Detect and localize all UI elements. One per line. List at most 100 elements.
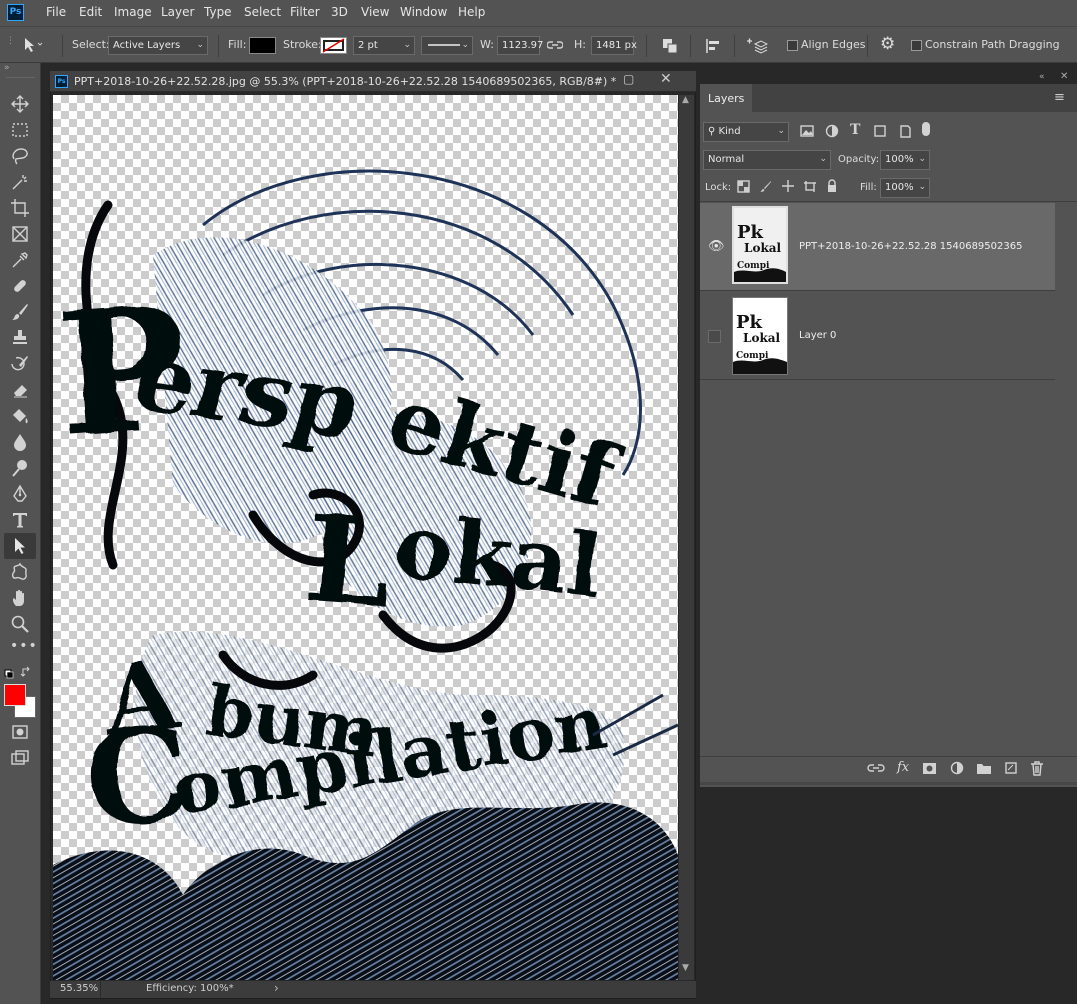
path-operations-icon[interactable]: [661, 37, 679, 55]
panel-menu-icon[interactable]: ≡: [1054, 90, 1065, 105]
menu-filter[interactable]: Filter: [290, 5, 320, 19]
type-tool-icon[interactable]: [10, 510, 30, 530]
collapse-panels-icon[interactable]: «: [1039, 72, 1045, 82]
eyedropper-tool-icon[interactable]: [10, 250, 30, 270]
menu-image[interactable]: Image: [114, 5, 152, 19]
filter-shape-icon[interactable]: [873, 124, 888, 139]
move-tool-icon[interactable]: [10, 94, 30, 114]
filter-pixel-icon[interactable]: [800, 124, 815, 139]
custom-shape-tool-icon[interactable]: [10, 562, 30, 582]
stroke-swatch[interactable]: [320, 37, 347, 54]
clone-stamp-tool-icon[interactable]: [10, 328, 30, 348]
paint-bucket-tool-icon[interactable]: [10, 406, 30, 426]
link-layers-icon[interactable]: [867, 762, 885, 776]
menu-select[interactable]: Select: [244, 5, 281, 19]
blur-tool-icon[interactable]: [10, 432, 30, 452]
menu-view[interactable]: View: [361, 5, 389, 19]
filter-kind-dropdown[interactable]: ⚲ Kind ⌄: [703, 122, 789, 142]
scroll-up-icon[interactable]: ▲: [682, 95, 689, 105]
height-field[interactable]: 1481 px: [591, 36, 637, 55]
canvas-artwork[interactable]: P ersp ektif L okal A bum C ompilation: [53, 95, 678, 980]
layer-name[interactable]: Layer 0: [799, 330, 836, 341]
foreground-color-swatch[interactable]: [4, 684, 26, 706]
layer-name[interactable]: PPT+2018-10-26+22.52.28 1540689502365: [799, 241, 1022, 252]
menu-file[interactable]: File: [46, 5, 66, 19]
document-tab[interactable]: Ps PPT+2018-10-26+22.52.28.jpg @ 55.3% (…: [50, 71, 696, 92]
layer-row-1[interactable]: 👁 Pk Lokal Compi PPT+2018-10-26+22.52.28…: [700, 203, 1055, 291]
healing-brush-tool-icon[interactable]: [10, 276, 30, 296]
eye-visibility-icon[interactable]: 👁: [708, 239, 725, 254]
minimize-icon[interactable]: –: [595, 71, 602, 87]
filter-adjustment-icon[interactable]: [825, 124, 840, 139]
close-icon[interactable]: ✕: [660, 71, 672, 87]
new-group-icon[interactable]: [976, 762, 992, 775]
vertical-scrollbar[interactable]: ▲ ▼: [679, 95, 694, 980]
screen-mode-icon[interactable]: [10, 748, 30, 768]
path-selection-tool-preset-icon[interactable]: [22, 37, 44, 53]
filter-type-icon[interactable]: T: [850, 122, 860, 138]
menu-window[interactable]: Window: [400, 5, 447, 19]
select-dropdown[interactable]: Active Layers ⌄: [108, 36, 208, 55]
stroke-type-dropdown[interactable]: ⌄: [421, 36, 473, 55]
fill-swatch[interactable]: [249, 37, 276, 54]
crop-tool-icon[interactable]: [10, 198, 30, 218]
lock-artboard-icon[interactable]: [803, 180, 817, 193]
frame-tool-icon[interactable]: [10, 224, 30, 244]
blend-mode-dropdown[interactable]: Normal ⌄: [703, 150, 831, 170]
maximize-icon[interactable]: ▢: [623, 72, 634, 86]
menu-help[interactable]: Help: [458, 5, 485, 19]
menu-type[interactable]: Type: [204, 5, 232, 19]
align-edges-checkbox[interactable]: [787, 40, 798, 51]
artwork-lettering: P ersp ektif L okal A bum C ompilation: [53, 267, 631, 855]
lock-all-icon[interactable]: [826, 179, 838, 193]
dodge-tool-icon[interactable]: [10, 458, 30, 478]
path-alignment-icon[interactable]: [704, 37, 722, 55]
history-brush-tool-icon[interactable]: [10, 354, 30, 374]
lock-position-icon[interactable]: [781, 179, 795, 193]
new-layer-icon[interactable]: [1004, 761, 1018, 775]
path-arrangement-icon[interactable]: [746, 36, 768, 56]
svg-text:L: L: [301, 488, 395, 635]
marquee-tool-icon[interactable]: [10, 120, 30, 140]
new-adjustment-layer-icon[interactable]: [950, 761, 965, 776]
filter-kind-value: Kind: [718, 126, 741, 137]
layer-row-2[interactable]: Pk Lokal Compi Layer 0: [700, 292, 1055, 380]
filter-smart-object-icon[interactable]: [898, 124, 913, 139]
status-menu-arrow-icon[interactable]: ›: [274, 981, 279, 995]
quick-mask-icon[interactable]: [10, 722, 30, 742]
magic-wand-tool-icon[interactable]: [10, 172, 30, 192]
stroke-width-field[interactable]: 2 pt ⌄: [353, 36, 415, 55]
link-icon[interactable]: [547, 39, 563, 51]
lasso-tool-icon[interactable]: [10, 146, 30, 166]
fill-field[interactable]: 100% ⌄: [880, 178, 930, 198]
eraser-tool-icon[interactable]: [10, 380, 30, 400]
constrain-checkbox[interactable]: [911, 40, 922, 51]
trash-icon[interactable]: [1030, 761, 1044, 776]
menu-layer[interactable]: Layer: [161, 5, 194, 19]
pen-tool-icon[interactable]: [10, 484, 30, 504]
collapse-icon[interactable]: »: [4, 63, 10, 73]
close-panel-icon[interactable]: ✕: [1060, 71, 1068, 82]
direct-selection-tool-icon[interactable]: [10, 536, 30, 556]
fx-icon[interactable]: fx: [897, 760, 909, 775]
opacity-field[interactable]: 100% ⌄: [880, 150, 930, 170]
visibility-toggle-empty[interactable]: [708, 330, 721, 343]
separator: [690, 35, 691, 57]
lock-pixels-icon[interactable]: [759, 180, 772, 193]
scroll-down-icon[interactable]: ▼: [682, 963, 689, 973]
more-tools-icon[interactable]: •••: [10, 638, 38, 654]
brush-tool-icon[interactable]: [10, 302, 30, 322]
menu-edit[interactable]: Edit: [79, 5, 102, 19]
lock-transparent-icon[interactable]: [737, 180, 750, 193]
zoom-tool-icon[interactable]: [10, 614, 30, 634]
gear-icon[interactable]: ⚙: [880, 34, 895, 54]
swap-colors-icon[interactable]: [4, 666, 34, 680]
zoom-level[interactable]: 55.35%: [60, 983, 98, 994]
hand-tool-icon[interactable]: [10, 588, 30, 608]
menu-3d[interactable]: 3D: [331, 5, 348, 19]
panel-resize-handle[interactable]: [700, 782, 1077, 785]
filter-toggle-icon[interactable]: [922, 122, 930, 136]
tab-layers[interactable]: Layers: [700, 84, 752, 112]
add-mask-icon[interactable]: [922, 762, 937, 775]
width-field[interactable]: 1123.97: [497, 36, 543, 55]
